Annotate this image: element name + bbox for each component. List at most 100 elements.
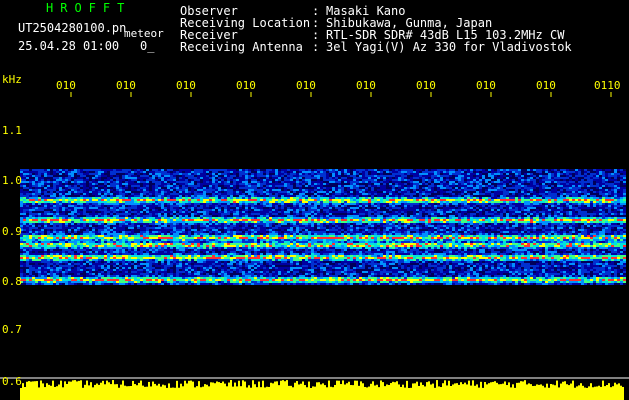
heatmap-cell bbox=[365, 201, 368, 203]
heatmap-cell bbox=[161, 207, 164, 209]
heatmap-cell bbox=[497, 189, 500, 191]
heatmap-cell bbox=[26, 183, 29, 185]
heatmap-cell bbox=[275, 177, 278, 179]
heatmap-cell bbox=[278, 171, 281, 173]
heatmap-cell bbox=[185, 215, 188, 217]
heatmap-cell bbox=[155, 171, 158, 173]
heatmap-cell bbox=[479, 195, 482, 197]
heatmap-cell bbox=[368, 195, 371, 197]
heatmap-cell bbox=[191, 175, 194, 177]
heatmap-cell bbox=[521, 215, 524, 217]
heatmap-cell bbox=[188, 191, 191, 193]
heatmap-cell bbox=[308, 183, 311, 185]
heatmap-cell bbox=[623, 181, 626, 183]
heatmap-cell bbox=[125, 177, 128, 179]
heatmap-cell bbox=[596, 215, 599, 217]
heatmap-cell bbox=[257, 193, 260, 195]
heatmap-cell bbox=[404, 177, 407, 179]
heatmap-cell bbox=[137, 175, 140, 177]
heatmap-cell bbox=[614, 177, 617, 179]
heatmap-cell bbox=[464, 171, 467, 173]
heatmap-cell bbox=[293, 211, 296, 213]
heatmap-cell bbox=[596, 181, 599, 183]
heatmap-cell bbox=[176, 175, 179, 177]
heatmap-cell bbox=[371, 215, 374, 217]
heatmap-cell bbox=[146, 173, 149, 175]
heatmap-cell bbox=[296, 213, 299, 215]
heatmap-cell bbox=[383, 205, 386, 207]
heatmap-cell bbox=[503, 187, 506, 189]
heatmap-cell bbox=[410, 185, 413, 187]
heatmap-cell bbox=[611, 183, 614, 185]
heatmap-cell bbox=[497, 205, 500, 207]
heatmap-cell bbox=[524, 175, 527, 177]
heatmap-cell bbox=[488, 201, 491, 203]
heatmap-cell bbox=[572, 199, 575, 201]
heatmap-cell bbox=[278, 209, 281, 211]
heatmap-cell bbox=[611, 199, 614, 201]
heatmap-cell bbox=[458, 177, 461, 179]
heatmap-cell bbox=[245, 213, 248, 215]
heatmap-cell bbox=[602, 195, 605, 197]
heatmap-cell bbox=[152, 197, 155, 199]
heatmap-cell bbox=[197, 173, 200, 175]
heatmap-cell bbox=[146, 185, 149, 187]
heatmap-cell bbox=[215, 205, 218, 207]
heatmap-cell bbox=[386, 181, 389, 183]
heatmap-cell bbox=[446, 203, 449, 205]
heatmap-cell bbox=[599, 193, 602, 195]
heatmap-cell bbox=[293, 213, 296, 215]
heatmap-cell bbox=[299, 179, 302, 181]
heatmap-cell bbox=[254, 185, 257, 187]
heatmap-cell bbox=[212, 179, 215, 181]
heatmap-cell bbox=[620, 179, 623, 181]
heatmap-cell bbox=[353, 201, 356, 203]
heatmap-cell bbox=[104, 203, 107, 205]
heatmap-cell bbox=[542, 175, 545, 177]
heatmap-cell bbox=[302, 185, 305, 187]
heatmap-cell bbox=[611, 207, 614, 209]
heatmap-cell bbox=[611, 181, 614, 183]
heatmap-cell bbox=[194, 205, 197, 207]
heatmap-cell bbox=[206, 199, 209, 201]
heatmap-cell bbox=[194, 217, 197, 219]
heatmap-cell bbox=[35, 191, 38, 193]
heatmap-cell bbox=[272, 183, 275, 185]
heatmap-cell bbox=[596, 211, 599, 213]
heatmap-cell bbox=[572, 193, 575, 195]
heatmap-cell bbox=[503, 211, 506, 213]
heatmap-cell bbox=[101, 215, 104, 217]
heatmap-cell bbox=[41, 183, 44, 185]
heatmap-cell bbox=[206, 217, 209, 219]
heatmap-cell bbox=[482, 203, 485, 205]
heatmap-cell bbox=[539, 185, 542, 187]
heatmap-cell bbox=[50, 191, 53, 193]
heatmap-cell bbox=[398, 169, 401, 171]
heatmap-cell bbox=[41, 191, 44, 193]
heatmap-cell bbox=[500, 171, 503, 173]
heatmap-cell bbox=[221, 195, 224, 197]
heatmap-cell bbox=[92, 189, 95, 191]
heatmap-cell bbox=[128, 217, 131, 219]
heatmap-cell bbox=[566, 207, 569, 209]
heatmap-cell bbox=[224, 201, 227, 203]
heatmap-cell bbox=[473, 175, 476, 177]
heatmap-cell bbox=[386, 189, 389, 191]
heatmap-cell bbox=[155, 181, 158, 183]
heatmap-cell bbox=[224, 171, 227, 173]
heatmap-cell bbox=[476, 201, 479, 203]
heatmap-cell bbox=[377, 205, 380, 207]
heatmap-cell bbox=[146, 199, 149, 201]
heatmap-cell bbox=[392, 173, 395, 175]
heatmap-cell bbox=[593, 195, 596, 197]
heatmap-cell bbox=[191, 187, 194, 189]
heatmap-cell bbox=[38, 183, 41, 185]
heatmap-cell bbox=[56, 205, 59, 207]
heatmap-cell bbox=[20, 197, 23, 199]
heatmap-cell bbox=[422, 207, 425, 209]
heatmap-cell bbox=[536, 203, 539, 205]
heatmap-cell bbox=[206, 191, 209, 193]
heatmap-cell bbox=[92, 191, 95, 193]
heatmap-cell bbox=[515, 191, 518, 193]
heatmap-cell bbox=[371, 195, 374, 197]
